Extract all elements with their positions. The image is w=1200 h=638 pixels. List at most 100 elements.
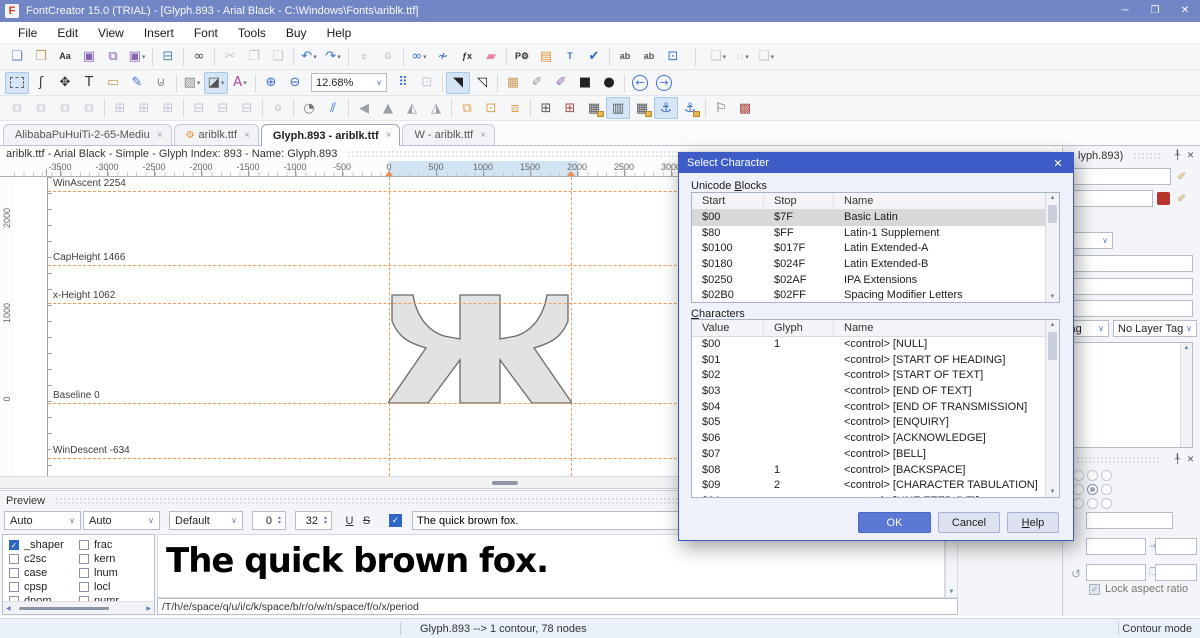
table-row[interactable]: $02B0$02FFSpacing Modifier Letters [692, 288, 1059, 303]
save-button[interactable]: ▣ [77, 46, 101, 68]
unlink-composite-button[interactable]: ≁ [431, 46, 455, 68]
ellipse-tool-button[interactable]: ● [597, 72, 621, 94]
send-to-back-button[interactable]: ⧉ [77, 97, 101, 119]
origin-dot[interactable] [1101, 498, 1112, 509]
column-header[interactable]: Stop [764, 193, 834, 209]
bring-forward-button[interactable]: ⧉ [29, 97, 53, 119]
color-palette-button[interactable]: A▾ [228, 72, 252, 94]
table-row[interactable]: $0250$02AFIPA Extensions [692, 273, 1059, 289]
contour-direction-button[interactable]: ⚐ [709, 97, 733, 119]
lock-aspect-checkbox[interactable]: ✓ [1089, 584, 1100, 595]
table-row[interactable]: $07<control> [BELL] [692, 447, 1059, 463]
scroll-down-icon[interactable]: ▼ [1046, 294, 1059, 300]
column-header[interactable]: Start [692, 193, 764, 209]
transformations-button[interactable]: T [558, 46, 582, 68]
codepoint-field[interactable] [1067, 190, 1153, 207]
wand-icon[interactable]: ✐ [1177, 170, 1186, 183]
print-button[interactable]: ⊟ [156, 46, 180, 68]
formula-button[interactable]: ƒx [455, 46, 479, 68]
spin-down-icon[interactable]: ▾ [324, 521, 327, 526]
close-button[interactable]: ✕ [1170, 0, 1200, 22]
menu-item-buy[interactable]: Buy [276, 23, 317, 43]
paste-contours-button[interactable]: c [352, 46, 376, 68]
align-top-button[interactable]: ⊟ [187, 97, 211, 119]
live-preview-checkbox[interactable]: ✓ [389, 514, 402, 527]
show-grid-button[interactable]: ⊞ [534, 97, 558, 119]
scroll-up-icon[interactable]: ▲ [1050, 322, 1056, 328]
column-header[interactable]: Value [692, 320, 764, 336]
font-validation-button[interactable]: ✔ [582, 46, 606, 68]
next-glyph-button[interactable]: → [652, 72, 676, 94]
cut-button[interactable]: ✂ [218, 46, 242, 68]
transform-width-field[interactable] [1086, 538, 1146, 555]
text-tool-button[interactable]: T [77, 72, 101, 94]
paste-transform-button[interactable]: G [266, 97, 290, 119]
close-icon[interactable]: ✕ [1184, 454, 1197, 465]
table-row[interactable]: $0180$024FLatin Extended-B [692, 257, 1059, 273]
bring-to-front-button[interactable]: ⧉ [5, 97, 29, 119]
rectangle-tool-button[interactable]: ■ [573, 72, 597, 94]
table-vertical-scrollbar[interactable]: ▲▼ [1045, 193, 1059, 302]
snap-anchor-button[interactable]: ⚓ [654, 97, 678, 119]
opentype-features-list[interactable]: ✓_shaperc2sccasecpspdnomfrackernlnumlocl… [2, 534, 155, 615]
tab-close-icon[interactable]: × [480, 130, 486, 141]
document-tab[interactable]: ⚙ariblk.ttf× [174, 124, 259, 145]
language-select[interactable]: Auto ∨ [83, 511, 160, 530]
origin-dot[interactable] [1101, 470, 1112, 481]
snap-outline-button[interactable]: ⊞ [558, 97, 582, 119]
paste-glyph-button[interactable]: G [376, 46, 400, 68]
point-mode-button[interactable]: ◹ [470, 72, 494, 94]
strikeout-toggle[interactable]: S [358, 511, 375, 530]
sketch-tool-button[interactable]: ✐ [525, 72, 549, 94]
tab-close-icon[interactable]: × [157, 130, 163, 141]
scroll-up-icon[interactable]: ▲ [1050, 195, 1056, 201]
ok-button[interactable]: OK [858, 512, 931, 533]
table-vertical-scrollbar[interactable]: ▲▼ [1045, 320, 1059, 497]
glyph-name-field[interactable] [1067, 168, 1171, 185]
wand-icon[interactable]: ✐ [1177, 192, 1186, 205]
maximize-button[interactable]: ❐ [1140, 0, 1170, 22]
quick-test-button[interactable]: ⊡ [661, 46, 685, 68]
zoom-level-combo[interactable]: 12.68%∨ [311, 73, 387, 92]
zoom-in-button[interactable]: ⊕ [259, 72, 283, 94]
transform-x-field[interactable] [1086, 564, 1146, 581]
feature-checkbox[interactable] [79, 554, 89, 564]
feature-item[interactable]: ✓_shaper [9, 538, 79, 551]
link-composite-button[interactable]: ∞▾ [407, 46, 431, 68]
dialog-title-bar[interactable]: Select Character ✕ [679, 153, 1073, 173]
undo-button[interactable]: ↶▾ [297, 46, 321, 68]
table-row[interactable]: $0100$017FLatin Extended-A [692, 241, 1059, 257]
codepoint-check-button[interactable]: ab [637, 46, 661, 68]
eraser-button[interactable]: ▰ [479, 46, 503, 68]
table-row[interactable]: $05<control> [ENQUIRY] [692, 415, 1059, 431]
menu-item-font[interactable]: Font [184, 23, 228, 43]
background-image-button[interactable]: ▨▾ [180, 72, 204, 94]
feature-set-select[interactable]: Default ∨ [169, 511, 243, 530]
menu-item-insert[interactable]: Insert [134, 23, 184, 43]
close-icon[interactable]: ✕ [1184, 150, 1197, 161]
fill-mode-button[interactable]: ◪▾ [204, 72, 228, 94]
font-overview-button[interactable]: Aa [53, 46, 77, 68]
paste-button[interactable]: ❑ [266, 46, 290, 68]
scroll-left-icon[interactable]: ◀ [6, 605, 11, 612]
skew-tool-button[interactable]: ⫽ [321, 97, 345, 119]
table-row[interactable]: $01<control> [START OF HEADING] [692, 353, 1059, 369]
origin-dot[interactable] [1087, 484, 1098, 495]
help-button[interactable]: Help [1007, 512, 1059, 533]
feature-checkbox[interactable] [9, 582, 19, 592]
table-row[interactable]: $00$7FBasic Latin [692, 210, 1059, 226]
feature-checkbox[interactable] [79, 582, 89, 592]
font-size-spinner[interactable]: 32 ▴▾ [295, 511, 332, 530]
intersect-contours-button[interactable]: ⊡ [479, 97, 503, 119]
scroll-down-icon[interactable]: ▼ [949, 589, 955, 595]
scroll-up-icon[interactable]: ▲ [1184, 345, 1190, 351]
scrollbar-thumb[interactable] [492, 481, 518, 485]
export-page-button[interactable]: ❏▾ [754, 46, 778, 68]
underline-toggle[interactable]: U [341, 511, 358, 530]
feature-item[interactable]: locl [79, 580, 149, 593]
glyph-outline-zhe[interactable] [388, 294, 572, 404]
pin-icon[interactable]: ╀ [1171, 454, 1184, 465]
layer-tag-select[interactable]: No Layer Tag ∨ [1113, 320, 1197, 337]
table-row[interactable]: $081<control> [BACKSPACE] [692, 463, 1059, 479]
origin-dot[interactable] [1073, 470, 1084, 481]
